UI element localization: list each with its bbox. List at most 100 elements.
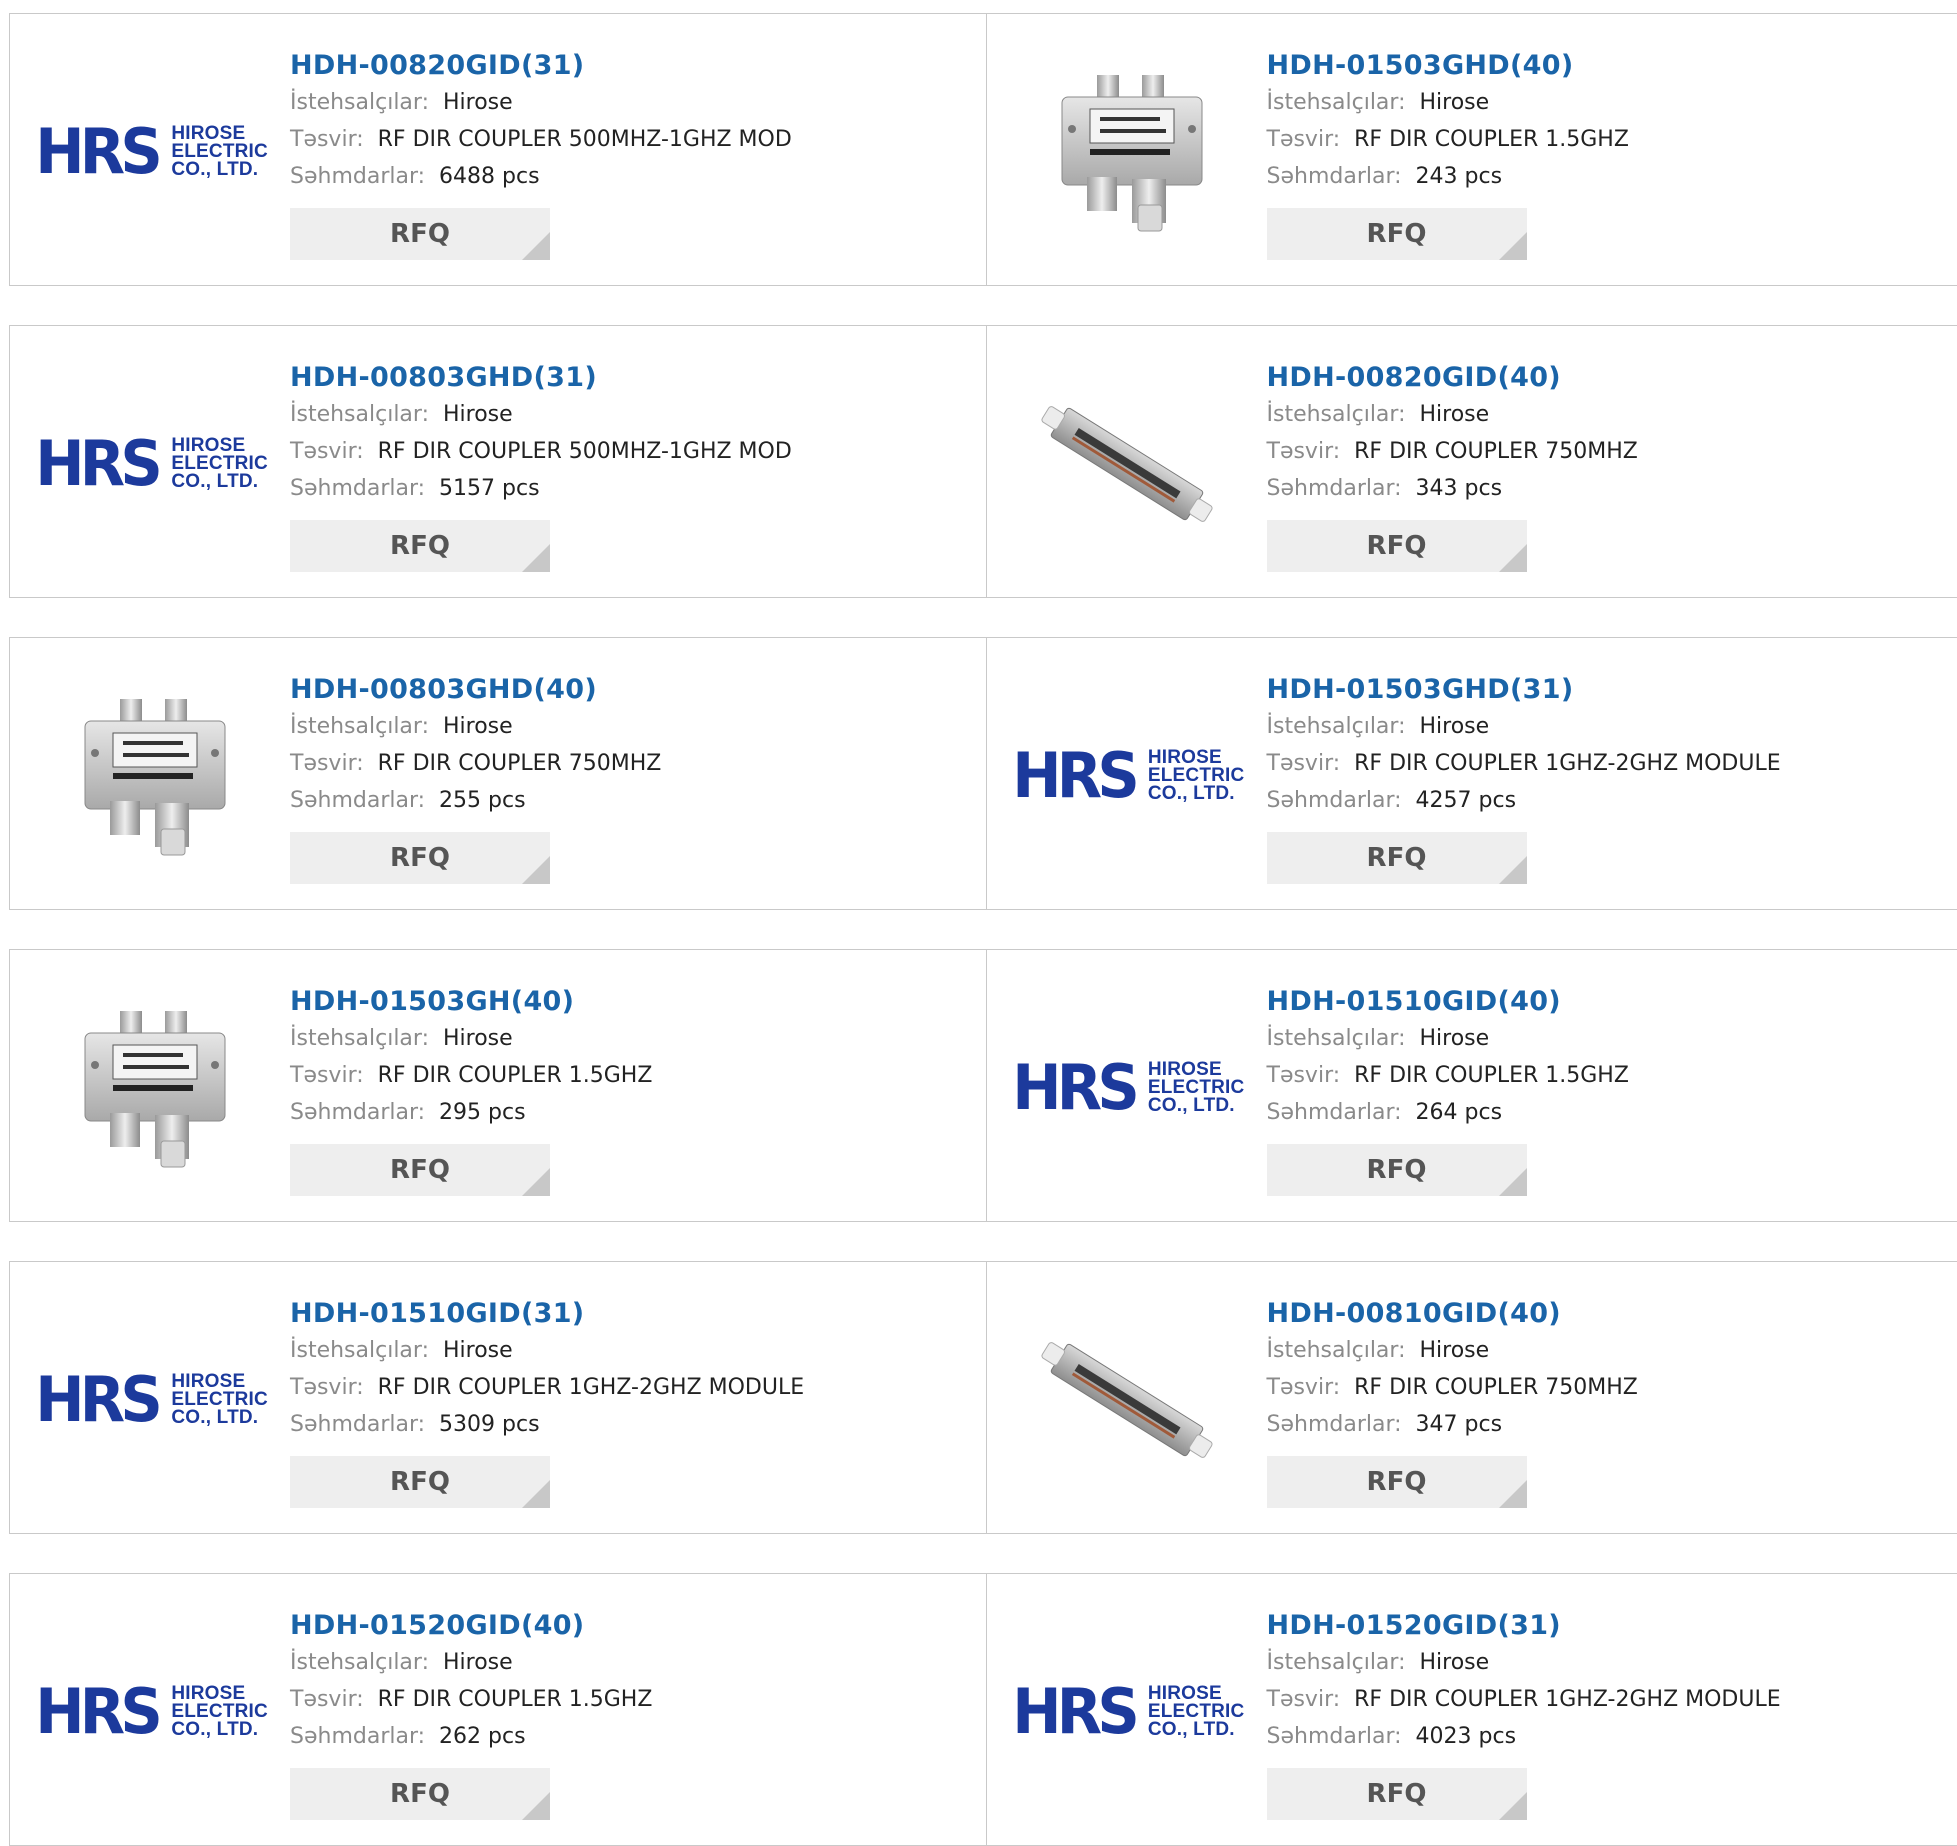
description-value: RF DIR COUPLER 750MHZ xyxy=(1354,439,1638,464)
product-title-link[interactable]: HDH-01503GH(40) xyxy=(290,984,652,1020)
manufacturer-value: Hirose xyxy=(443,402,513,427)
product-image[interactable] xyxy=(50,988,250,1188)
product-title-link[interactable]: HDH-00803GHD(40) xyxy=(290,672,661,708)
rfq-button[interactable]: RFQ xyxy=(290,208,550,260)
product-image[interactable] xyxy=(1027,364,1227,564)
rfq-label: RFQ xyxy=(390,1779,450,1809)
rfq-button[interactable]: RFQ xyxy=(1267,1456,1527,1508)
rfq-button[interactable]: RFQ xyxy=(290,520,550,572)
logo-mark: HRS xyxy=(35,121,158,183)
product-image[interactable] xyxy=(50,676,250,876)
product-info: HDH-01520GID(31) İstehsalçılar:Hirose Tə… xyxy=(1267,1608,1781,1820)
product-title-link[interactable]: HDH-01510GID(40) xyxy=(1267,984,1629,1020)
logo-text: HIROSEELECTRICCO., LTD. xyxy=(1148,1061,1245,1115)
logo-mark: HRS xyxy=(35,1681,158,1743)
stock-row: Səhmdarlar:295 pcs xyxy=(290,1094,652,1131)
coupler-bar-image xyxy=(1037,379,1217,549)
product-title-link[interactable]: HDH-01520GID(31) xyxy=(1267,1608,1781,1644)
rfq-button[interactable]: RFQ xyxy=(290,832,550,884)
stock-label: Səhmdarlar: xyxy=(290,1412,425,1437)
corner-triangle-icon xyxy=(1499,1480,1527,1508)
stock-label: Səhmdarlar: xyxy=(1267,1412,1402,1437)
description-row: Təsvir:RF DIR COUPLER 500MHZ-1GHZ MOD xyxy=(290,121,792,158)
manufacturer-value: Hirose xyxy=(1419,1026,1489,1051)
product-image[interactable] xyxy=(1027,1300,1227,1500)
product-image[interactable]: HRSHIROSEELECTRICCO., LTD. xyxy=(50,1612,250,1812)
rfq-button[interactable]: RFQ xyxy=(290,1768,550,1820)
coupler-box-image xyxy=(65,691,235,861)
product-title-link[interactable]: HDH-01510GID(31) xyxy=(290,1296,804,1332)
rfq-button[interactable]: RFQ xyxy=(290,1144,550,1196)
stock-label: Səhmdarlar: xyxy=(290,476,425,501)
rfq-label: RFQ xyxy=(1367,1779,1427,1809)
corner-triangle-icon xyxy=(522,232,550,260)
product-image[interactable]: HRSHIROSEELECTRICCO., LTD. xyxy=(50,52,250,252)
logo-text: HIROSEELECTRICCO., LTD. xyxy=(1148,749,1245,803)
product-image[interactable]: HRSHIROSEELECTRICCO., LTD. xyxy=(1027,1612,1227,1812)
product-card: HDH-00810GID(40) İstehsalçılar:Hirose Tə… xyxy=(987,1262,1957,1533)
stock-label: Səhmdarlar: xyxy=(1267,1100,1402,1125)
description-value: RF DIR COUPLER 1.5GHZ xyxy=(378,1687,653,1712)
manufacturer-value: Hirose xyxy=(443,90,513,115)
stock-row: Səhmdarlar:255 pcs xyxy=(290,782,661,819)
product-title-link[interactable]: HDH-00810GID(40) xyxy=(1267,1296,1638,1332)
product-info: HDH-01503GHD(31) İstehsalçılar:Hirose Tə… xyxy=(1267,672,1781,884)
logo-line3: CO., LTD. xyxy=(171,473,268,491)
description-label: Təsvir: xyxy=(290,1063,364,1088)
manufacturer-label: İstehsalçılar: xyxy=(1267,1338,1406,1363)
rfq-button[interactable]: RFQ xyxy=(1267,832,1527,884)
product-card: HRSHIROSEELECTRICCO., LTD. HDH-00820GID(… xyxy=(10,14,987,285)
stock-label: Səhmdarlar: xyxy=(1267,1724,1402,1749)
product-info: HDH-01510GID(31) İstehsalçılar:Hirose Tə… xyxy=(290,1296,804,1508)
logo-mark: HRS xyxy=(35,1369,158,1431)
description-row: Təsvir:RF DIR COUPLER 1.5GHZ xyxy=(1267,121,1629,158)
stock-row: Səhmdarlar:5157 pcs xyxy=(290,470,792,507)
hrs-logo: HRSHIROSEELECTRICCO., LTD. xyxy=(32,1369,268,1431)
product-title-link[interactable]: HDH-01503GHD(40) xyxy=(1267,48,1629,84)
rfq-button[interactable]: RFQ xyxy=(1267,1768,1527,1820)
product-image[interactable]: HRSHIROSEELECTRICCO., LTD. xyxy=(1027,988,1227,1188)
manufacturer-value: Hirose xyxy=(443,714,513,739)
logo-line3: CO., LTD. xyxy=(171,1721,268,1739)
product-title-link[interactable]: HDH-00820GID(31) xyxy=(290,48,792,84)
product-row: HRSHIROSEELECTRICCO., LTD. HDH-00803GHD(… xyxy=(9,325,1957,598)
description-row: Təsvir:RF DIR COUPLER 750MHZ xyxy=(1267,433,1638,470)
manufacturer-value: Hirose xyxy=(443,1338,513,1363)
product-row: HDH-01503GH(40) İstehsalçılar:Hirose Təs… xyxy=(9,949,1957,1222)
product-info: HDH-01503GHD(40) İstehsalçılar:Hirose Tə… xyxy=(1267,48,1629,260)
description-value: RF DIR COUPLER 1.5GHZ xyxy=(1354,1063,1629,1088)
product-row: HDH-00803GHD(40) İstehsalçılar:Hirose Tə… xyxy=(9,637,1957,910)
rfq-button[interactable]: RFQ xyxy=(290,1456,550,1508)
product-image[interactable] xyxy=(1027,52,1227,252)
product-title-link[interactable]: HDH-01520GID(40) xyxy=(290,1608,652,1644)
product-image[interactable]: HRSHIROSEELECTRICCO., LTD. xyxy=(50,364,250,564)
product-card: HDH-01503GH(40) İstehsalçılar:Hirose Təs… xyxy=(10,950,987,1221)
stock-value: 6488 pcs xyxy=(439,164,540,189)
description-label: Təsvir: xyxy=(290,1375,364,1400)
product-info: HDH-01520GID(40) İstehsalçılar:Hirose Tə… xyxy=(290,1608,652,1820)
description-row: Təsvir:RF DIR COUPLER 1.5GHZ xyxy=(290,1057,652,1094)
logo-text: HIROSEELECTRICCO., LTD. xyxy=(171,1685,268,1739)
description-label: Təsvir: xyxy=(290,439,364,464)
rfq-button[interactable]: RFQ xyxy=(1267,208,1527,260)
corner-triangle-icon xyxy=(1499,544,1527,572)
stock-value: 243 pcs xyxy=(1416,164,1503,189)
product-title-link[interactable]: HDH-00820GID(40) xyxy=(1267,360,1638,396)
rfq-button[interactable]: RFQ xyxy=(1267,520,1527,572)
rfq-label: RFQ xyxy=(390,531,450,561)
stock-row: Səhmdarlar:343 pcs xyxy=(1267,470,1638,507)
logo-line3: CO., LTD. xyxy=(171,1409,268,1427)
description-value: RF DIR COUPLER 750MHZ xyxy=(378,751,662,776)
stock-label: Səhmdarlar: xyxy=(1267,164,1402,189)
rfq-label: RFQ xyxy=(1367,1155,1427,1185)
product-title-link[interactable]: HDH-01503GHD(31) xyxy=(1267,672,1781,708)
product-title-link[interactable]: HDH-00803GHD(31) xyxy=(290,360,792,396)
product-image[interactable]: HRSHIROSEELECTRICCO., LTD. xyxy=(50,1300,250,1500)
stock-row: Səhmdarlar:264 pcs xyxy=(1267,1094,1629,1131)
corner-triangle-icon xyxy=(522,1792,550,1820)
product-image[interactable]: HRSHIROSEELECTRICCO., LTD. xyxy=(1027,676,1227,876)
manufacturer-label: İstehsalçılar: xyxy=(1267,402,1406,427)
stock-label: Səhmdarlar: xyxy=(290,1100,425,1125)
description-value: RF DIR COUPLER 750MHZ xyxy=(1354,1375,1638,1400)
rfq-button[interactable]: RFQ xyxy=(1267,1144,1527,1196)
